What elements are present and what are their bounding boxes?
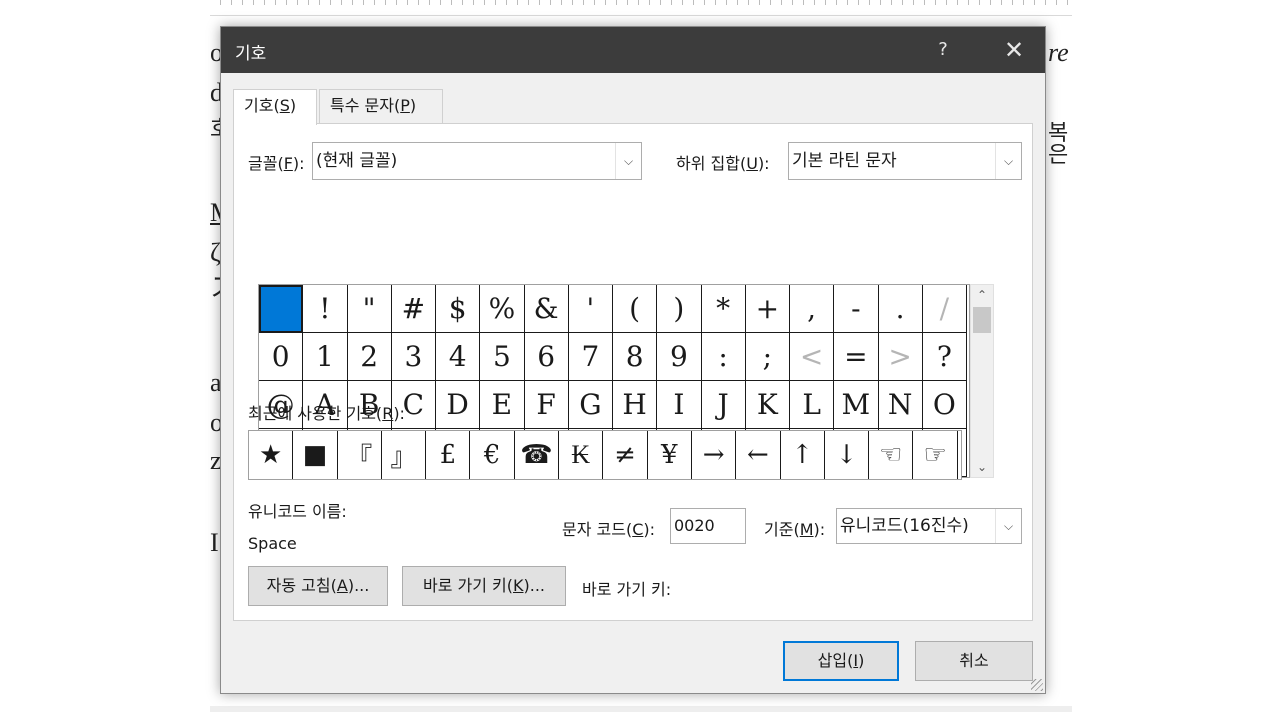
symbol-cell[interactable]: .	[878, 285, 923, 333]
symbol-cell[interactable]	[259, 285, 304, 333]
char-code-label: 문자 코드(C):	[562, 520, 656, 539]
symbol-cell[interactable]: I	[657, 381, 702, 429]
symbol-cell[interactable]: =	[834, 333, 879, 381]
chevron-down-icon: ⌵	[995, 143, 1021, 179]
scroll-thumb[interactable]	[973, 307, 991, 333]
help-icon[interactable]: ?	[921, 27, 965, 73]
symbol-grid-scrollbar[interactable]: ⌃ ⌄	[970, 284, 994, 478]
unicode-name-value: Space	[248, 534, 297, 553]
symbol-cell[interactable]: 9	[657, 333, 702, 381]
font-label: 글꼴(F):	[248, 154, 305, 173]
symbol-cell[interactable]: )	[657, 285, 702, 333]
recent-symbol-cell[interactable]: ¥	[648, 431, 692, 479]
symbol-cell[interactable]: '	[568, 285, 613, 333]
symbol-cell[interactable]: 1	[303, 333, 348, 381]
symbol-cell[interactable]: :	[701, 333, 746, 381]
symbol-cell[interactable]: O	[922, 381, 967, 429]
symbol-cell[interactable]: /	[922, 285, 967, 333]
font-select[interactable]: (현재 글꼴) ⌵	[312, 142, 642, 180]
recent-symbol-cell[interactable]: ←	[736, 431, 781, 479]
symbol-cell[interactable]: "	[347, 285, 392, 333]
chevron-down-icon: ⌵	[995, 509, 1021, 543]
recent-symbol-cell[interactable]: ☜	[869, 431, 914, 479]
symbol-cell[interactable]: 6	[524, 333, 569, 381]
doc-text-fragment: 복은	[1048, 120, 1069, 167]
ruler	[210, 0, 1072, 16]
recent-symbol-cell[interactable]: ↑	[781, 431, 825, 479]
symbol-cell[interactable]: !	[303, 285, 348, 333]
recent-symbol-cell[interactable]: £	[426, 431, 471, 479]
recent-symbol-cell[interactable]: 』	[382, 431, 427, 479]
doc-text-fragment: I	[210, 528, 219, 557]
symbol-cell[interactable]: $	[436, 285, 481, 333]
recent-symbols-grid[interactable]: ★ ■ 『』 £ € ☎ ₭ ≠ ¥ → ← ↑ ↓ ☜ ☞	[248, 430, 962, 480]
recent-symbol-cell[interactable]: 『	[338, 431, 382, 479]
symbol-cell[interactable]: +	[745, 285, 790, 333]
autocorrect-button[interactable]: 자동 고침(A)...	[248, 566, 388, 606]
tab-symbols[interactable]: 기호(S)	[233, 89, 317, 125]
symbol-cell[interactable]: (	[613, 285, 658, 333]
symbol-cell[interactable]: 8	[613, 333, 658, 381]
symbol-cell[interactable]: J	[701, 381, 746, 429]
symbol-cell[interactable]: 5	[480, 333, 525, 381]
symbol-cell[interactable]: H	[613, 381, 658, 429]
cancel-button[interactable]: 취소	[915, 641, 1033, 681]
from-select[interactable]: 유니코드(16진수) ⌵	[836, 508, 1022, 544]
recent-symbol-cell[interactable]: ₭	[559, 431, 604, 479]
symbol-cell[interactable]: G	[568, 381, 613, 429]
recent-symbol-cell[interactable]: ☞	[913, 431, 958, 479]
doc-text-fragment: re	[1048, 38, 1069, 67]
recent-symbol-cell[interactable]: →	[692, 431, 737, 479]
recent-symbol-cell[interactable]: ↓	[825, 431, 870, 479]
insert-button[interactable]: 삽입(I)	[783, 641, 899, 681]
from-label: 기준(M):	[764, 520, 826, 539]
recent-symbol-cell[interactable]: ≠	[603, 431, 648, 479]
symbol-cell[interactable]: ;	[745, 333, 790, 381]
symbol-cell[interactable]: &	[524, 285, 569, 333]
symbol-cell[interactable]: 0	[259, 333, 304, 381]
symbol-cell[interactable]: ,	[790, 285, 835, 333]
shortcut-key-button[interactable]: 바로 가기 키(K)...	[402, 566, 566, 606]
symbol-cell[interactable]: ?	[922, 333, 967, 381]
symbol-cell[interactable]: -	[834, 285, 879, 333]
symbol-cell[interactable]: 7	[568, 333, 613, 381]
title-bar: 기호 ? ✕	[221, 27, 1045, 73]
symbol-dialog: 기호 ? ✕ 기호(S) 특수 문자(P) 글꼴(F): (현재 글꼴) ⌵ 하…	[220, 26, 1046, 694]
tab-special-characters[interactable]: 특수 문자(P)	[319, 89, 443, 123]
symbol-cell[interactable]: %	[480, 285, 525, 333]
symbol-cell[interactable]: K	[745, 381, 790, 429]
symbols-panel: 글꼴(F): (현재 글꼴) ⌵ 하위 집합(U): 기본 라틴 문자 ⌵ ! "…	[233, 123, 1033, 621]
dialog-title: 기호	[235, 44, 267, 64]
symbol-cell[interactable]: >	[878, 333, 923, 381]
recent-symbol-cell[interactable]: ★	[249, 431, 294, 479]
recent-symbols-label: 최근에 사용한 기호(R):	[248, 404, 405, 423]
symbol-cell[interactable]: D	[436, 381, 481, 429]
symbol-cell[interactable]: E	[480, 381, 525, 429]
recent-symbol-cell[interactable]: €	[470, 431, 515, 479]
symbol-cell[interactable]: N	[878, 381, 923, 429]
symbol-cell[interactable]: #	[391, 285, 436, 333]
scroll-down-icon[interactable]: ⌄	[971, 457, 993, 477]
unicode-name-label: 유니코드 이름:	[248, 502, 347, 521]
recent-symbol-cell[interactable]: ■	[293, 431, 338, 479]
symbol-cell[interactable]: *	[701, 285, 746, 333]
symbol-cell[interactable]: 4	[436, 333, 481, 381]
scroll-up-icon[interactable]: ⌃	[971, 285, 993, 305]
symbol-cell[interactable]: <	[790, 333, 835, 381]
shortcut-key-label: 바로 가기 키:	[582, 580, 672, 599]
resize-grip-icon[interactable]	[1031, 679, 1043, 691]
symbol-cell[interactable]: L	[790, 381, 835, 429]
symbol-cell[interactable]: M	[834, 381, 879, 429]
subset-label: 하위 집합(U):	[676, 154, 770, 173]
recent-symbol-cell[interactable]: ☎	[515, 431, 560, 479]
symbol-cell[interactable]: 3	[391, 333, 436, 381]
chevron-down-icon: ⌵	[615, 143, 641, 179]
close-icon[interactable]: ✕	[985, 27, 1043, 73]
symbol-cell[interactable]: F	[524, 381, 569, 429]
char-code-input[interactable]: 0020	[670, 508, 746, 544]
subset-select[interactable]: 기본 라틴 문자 ⌵	[788, 142, 1022, 180]
symbol-cell[interactable]: 2	[347, 333, 392, 381]
